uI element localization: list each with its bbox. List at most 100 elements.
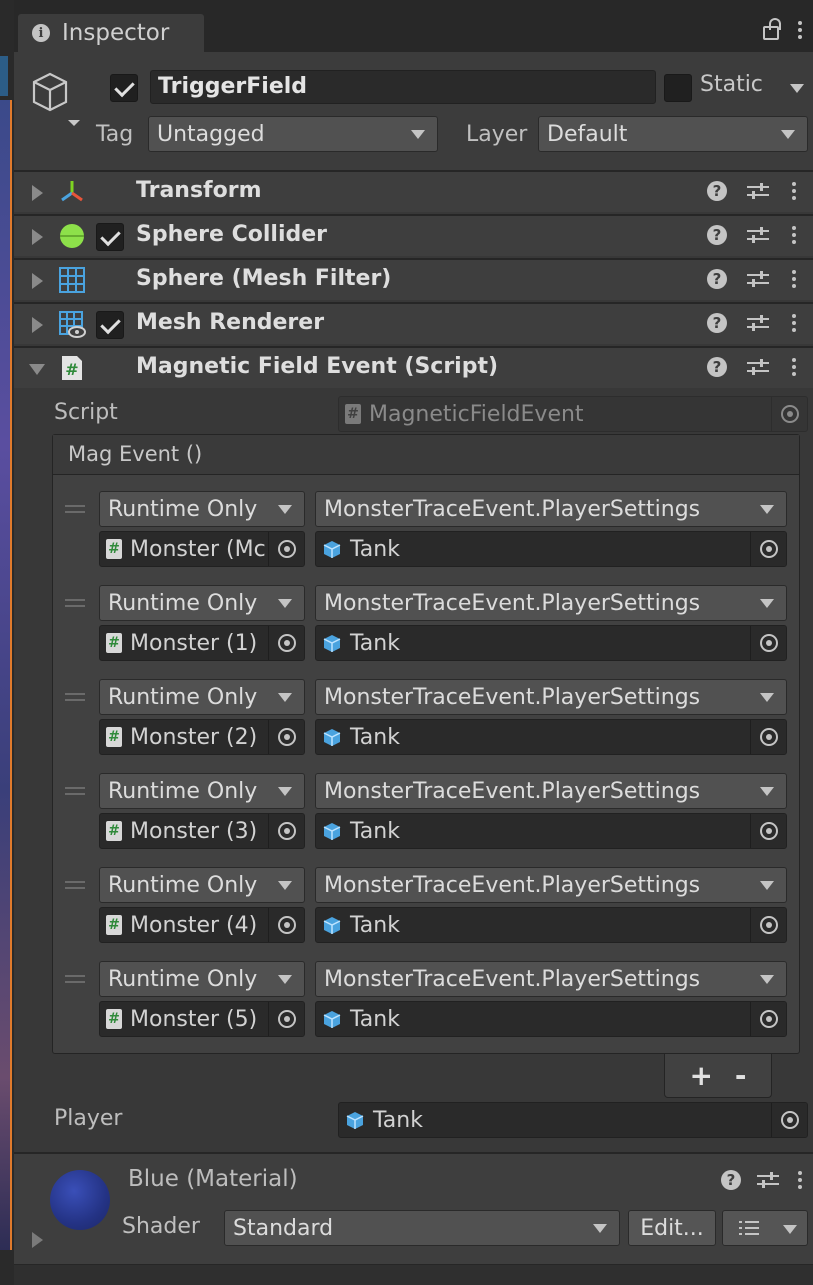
presets-icon[interactable] xyxy=(747,269,769,289)
foldout-arrow-icon[interactable] xyxy=(32,229,43,245)
argument-object-field[interactable]: Tank xyxy=(315,813,787,849)
runtime-mode-dropdown[interactable]: Runtime Only xyxy=(99,961,305,997)
foldout-arrow-icon[interactable] xyxy=(32,273,43,289)
presets-icon[interactable] xyxy=(747,225,769,245)
runtime-mode-dropdown[interactable]: Runtime Only xyxy=(99,679,305,715)
drag-handle-icon[interactable] xyxy=(65,599,85,611)
target-object-field[interactable]: # Monster (5) xyxy=(99,1001,305,1037)
component-name: Sphere (Mesh Filter) xyxy=(136,266,392,291)
object-picker[interactable] xyxy=(750,908,786,942)
component-mesh-renderer[interactable]: Mesh Renderer ? xyxy=(14,302,813,344)
presets-icon[interactable] xyxy=(757,1170,779,1190)
help-icon[interactable]: ? xyxy=(721,1170,741,1190)
help-icon[interactable]: ? xyxy=(707,269,727,289)
event-title: Mag Event () xyxy=(53,435,799,475)
component-menu-icon[interactable] xyxy=(789,358,799,376)
argument-object-field[interactable]: Tank xyxy=(315,531,787,567)
drag-handle-icon[interactable] xyxy=(65,693,85,705)
target-icon xyxy=(277,916,296,934)
component-menu-icon[interactable] xyxy=(789,182,799,200)
drag-handle-icon[interactable] xyxy=(65,975,85,987)
foldout-arrow-icon[interactable] xyxy=(29,364,45,375)
target-icon xyxy=(780,405,799,423)
component-enabled-toggle[interactable] xyxy=(96,223,124,251)
function-dropdown[interactable]: MonsterTraceEvent.PlayerSettings xyxy=(315,867,787,903)
static-toggle[interactable] xyxy=(664,74,692,102)
component-enabled-toggle[interactable] xyxy=(96,311,124,339)
function-dropdown[interactable]: MonsterTraceEvent.PlayerSettings xyxy=(315,491,787,527)
target-object-field[interactable]: # Monster (4) xyxy=(99,907,305,943)
presets-icon[interactable] xyxy=(747,357,769,377)
player-field[interactable]: Tank xyxy=(338,1102,808,1138)
chevron-down-icon xyxy=(760,975,774,984)
remove-entry-button[interactable]: - xyxy=(735,1059,747,1092)
presets-icon[interactable] xyxy=(747,313,769,333)
object-picker[interactable] xyxy=(750,814,786,848)
target-object-field[interactable]: # Monster (2) xyxy=(99,719,305,755)
object-picker[interactable] xyxy=(268,720,304,754)
target-object-field[interactable]: # Monster (1) xyxy=(99,625,305,661)
gameobject-name-field[interactable]: TriggerField xyxy=(150,70,656,104)
runtime-mode-dropdown[interactable]: Runtime Only xyxy=(99,491,305,527)
foldout-arrow-icon[interactable] xyxy=(32,1232,43,1248)
argument-object-field[interactable]: Tank xyxy=(315,719,787,755)
target-object-field[interactable]: # Monster (3) xyxy=(99,813,305,849)
object-picker[interactable] xyxy=(750,1002,786,1036)
active-toggle[interactable] xyxy=(110,74,138,102)
object-picker[interactable] xyxy=(268,1002,304,1036)
presets-icon[interactable] xyxy=(747,181,769,201)
runtime-mode-dropdown[interactable]: Runtime Only xyxy=(99,773,305,809)
argument-object-field[interactable]: Tank xyxy=(315,1001,787,1037)
function-dropdown[interactable]: MonsterTraceEvent.PlayerSettings xyxy=(315,961,787,997)
shader-dropdown[interactable]: Standard xyxy=(224,1210,620,1246)
object-picker[interactable] xyxy=(750,626,786,660)
tab-menu-icon[interactable] xyxy=(795,21,805,39)
mode-value: Runtime Only xyxy=(108,496,258,522)
runtime-mode-dropdown[interactable]: Runtime Only xyxy=(99,867,305,903)
argument-value: Tank xyxy=(350,724,400,750)
object-picker[interactable] xyxy=(750,532,786,566)
tag-dropdown[interactable]: Untagged xyxy=(148,116,438,152)
object-picker[interactable] xyxy=(268,532,304,566)
foldout-arrow-icon[interactable] xyxy=(32,185,43,201)
component-menu-icon[interactable] xyxy=(789,226,799,244)
component-magnetic-field-event[interactable]: # Magnetic Field Event (Script) ? xyxy=(14,346,813,388)
material-menu-icon[interactable] xyxy=(795,1171,805,1189)
component-menu-icon[interactable] xyxy=(789,270,799,288)
argument-object-field[interactable]: Tank xyxy=(315,907,787,943)
drag-handle-icon[interactable] xyxy=(65,505,85,517)
add-entry-button[interactable]: + xyxy=(689,1059,712,1092)
object-picker[interactable] xyxy=(750,720,786,754)
function-dropdown[interactable]: MonsterTraceEvent.PlayerSettings xyxy=(315,679,787,715)
object-picker[interactable] xyxy=(268,626,304,660)
argument-object-field[interactable]: Tank xyxy=(315,625,787,661)
target-object-field[interactable]: # Monster (Mc xyxy=(99,531,305,567)
static-dropdown-icon[interactable] xyxy=(790,84,804,93)
scene-view-edge xyxy=(0,0,14,1285)
component-name: Mesh Renderer xyxy=(136,310,325,335)
help-icon[interactable]: ? xyxy=(707,357,727,377)
layer-dropdown[interactable]: Default xyxy=(538,116,808,152)
help-icon[interactable]: ? xyxy=(707,225,727,245)
shader-options-button[interactable] xyxy=(722,1210,808,1246)
object-picker[interactable] xyxy=(268,814,304,848)
foldout-arrow-icon[interactable] xyxy=(32,317,43,333)
lock-icon[interactable] xyxy=(763,18,781,40)
function-dropdown[interactable]: MonsterTraceEvent.PlayerSettings xyxy=(315,773,787,809)
object-picker[interactable] xyxy=(771,1103,807,1137)
drag-handle-icon[interactable] xyxy=(65,787,85,799)
gameobject-cube-icon[interactable] xyxy=(28,70,88,130)
chevron-down-icon xyxy=(411,130,425,139)
component-transform[interactable]: Transform ? xyxy=(14,170,813,212)
function-dropdown[interactable]: MonsterTraceEvent.PlayerSettings xyxy=(315,585,787,621)
component-menu-icon[interactable] xyxy=(789,314,799,332)
help-icon[interactable]: ? xyxy=(707,313,727,333)
drag-handle-icon[interactable] xyxy=(65,881,85,893)
help-icon[interactable]: ? xyxy=(707,181,727,201)
runtime-mode-dropdown[interactable]: Runtime Only xyxy=(99,585,305,621)
component-sphere-collider[interactable]: Sphere Collider ? xyxy=(14,214,813,256)
edit-shader-button[interactable]: Edit... xyxy=(628,1210,716,1246)
object-picker[interactable] xyxy=(268,908,304,942)
component-mesh-filter[interactable]: Sphere (Mesh Filter) ? xyxy=(14,258,813,300)
tab-inspector[interactable]: i Inspector xyxy=(18,14,204,52)
